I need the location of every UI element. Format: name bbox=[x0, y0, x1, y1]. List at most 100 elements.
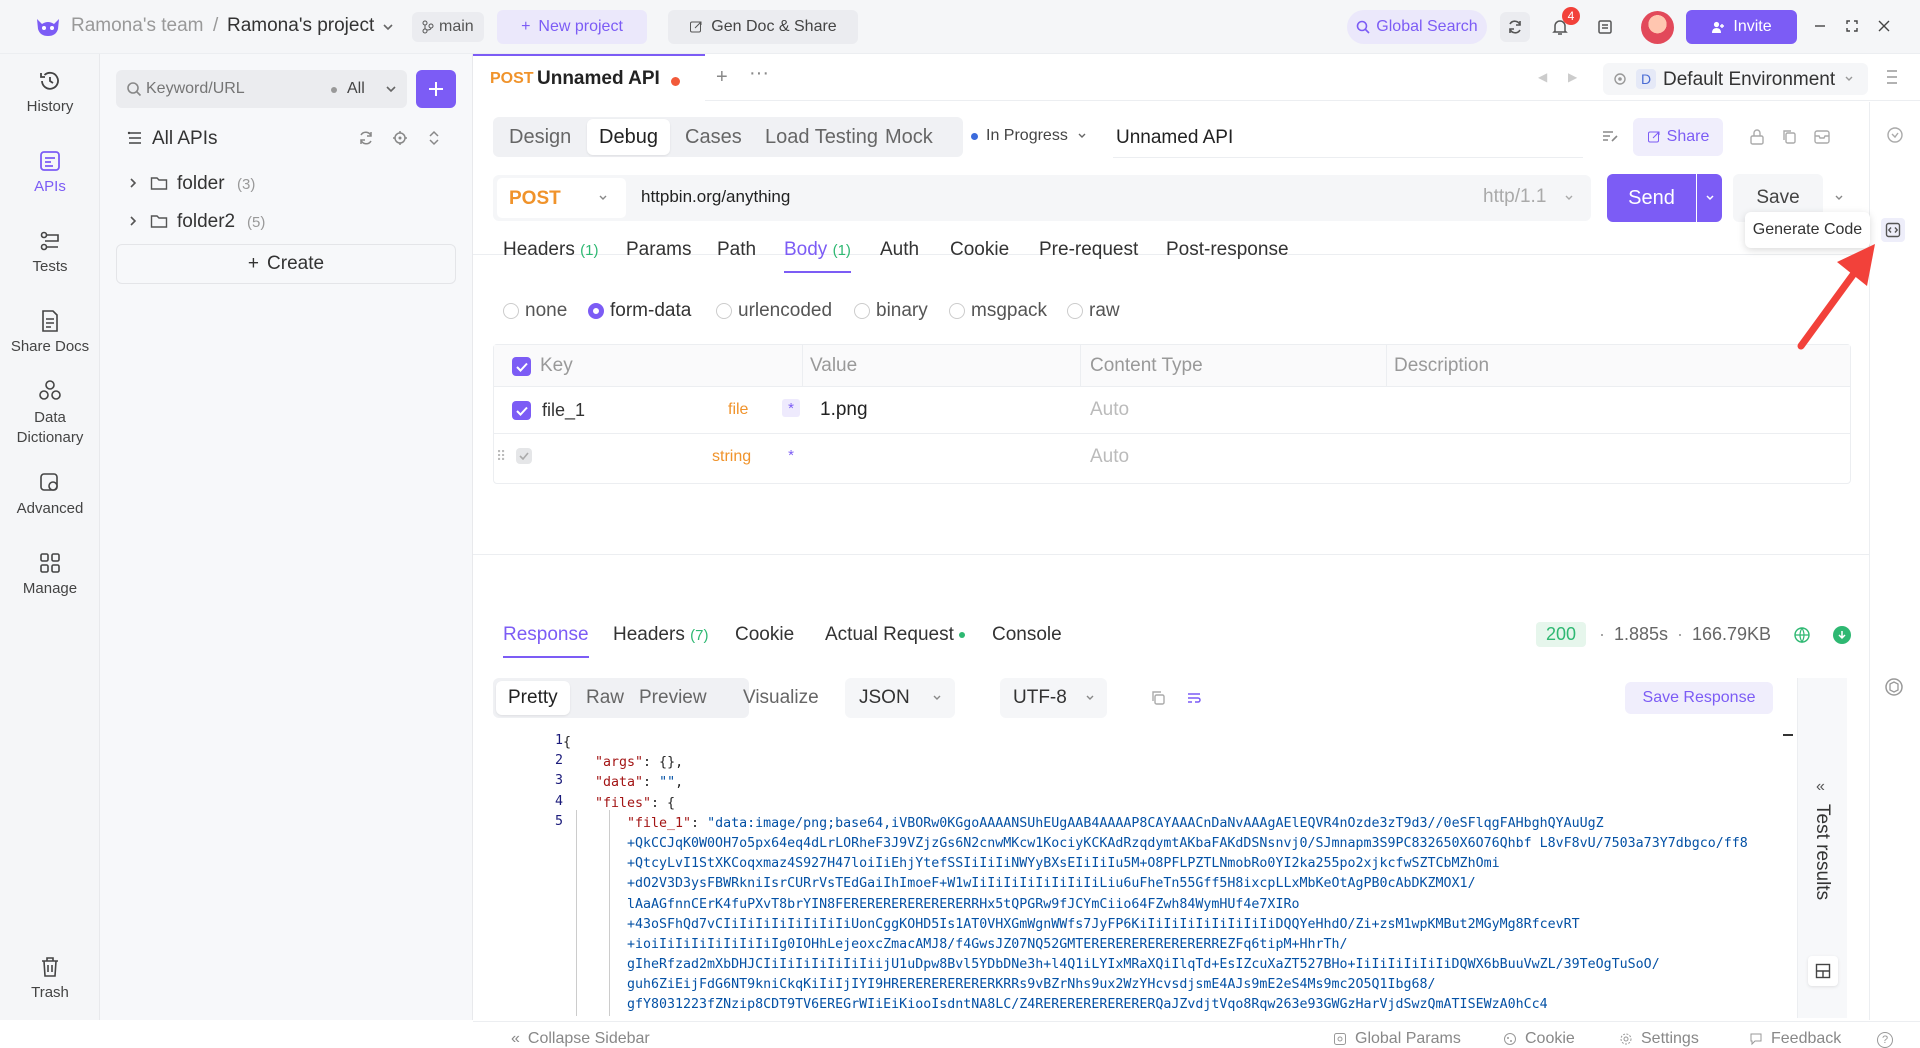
close-icon[interactable] bbox=[1874, 16, 1894, 36]
settings-button[interactable]: Settings bbox=[1619, 1030, 1699, 1048]
body-type-none[interactable]: none bbox=[503, 300, 567, 322]
nav-tests[interactable]: Tests bbox=[0, 228, 100, 275]
param-content-type[interactable]: Auto bbox=[1090, 399, 1129, 421]
format-select[interactable]: JSON bbox=[845, 678, 955, 718]
copy-icon[interactable] bbox=[1150, 690, 1166, 706]
environment-selector[interactable]: D Default Environment bbox=[1603, 63, 1868, 95]
param-type-select[interactable]: string bbox=[712, 448, 751, 466]
more-tabs-icon[interactable]: ··· bbox=[749, 62, 769, 85]
mode-design[interactable]: Design bbox=[497, 119, 583, 155]
view-raw[interactable]: Raw bbox=[574, 681, 636, 715]
response-tab-actual-request[interactable]: Actual Request bbox=[825, 624, 966, 646]
encoding-select[interactable]: UTF-8 bbox=[1000, 678, 1107, 718]
openai-icon[interactable] bbox=[1883, 676, 1905, 698]
expand-collapse-icon[interactable] bbox=[426, 130, 442, 146]
param-type-select[interactable]: file bbox=[728, 401, 748, 419]
search-input[interactable] bbox=[146, 76, 296, 102]
nav-manage[interactable]: Manage bbox=[0, 550, 100, 597]
nav-apis[interactable]: APIs bbox=[0, 148, 100, 195]
lock-icon[interactable] bbox=[1749, 128, 1765, 146]
generate-code-icon[interactable] bbox=[1881, 218, 1905, 242]
method-select[interactable]: POST bbox=[497, 178, 626, 218]
tab-next-icon[interactable]: ▶ bbox=[1568, 70, 1577, 84]
refresh-icon[interactable] bbox=[358, 130, 374, 146]
body-type-urlencoded[interactable]: urlencoded bbox=[716, 300, 832, 322]
param-content-type[interactable]: Auto bbox=[1090, 446, 1129, 468]
maximize-icon[interactable] bbox=[1842, 16, 1862, 36]
filter-select[interactable]: All bbox=[347, 80, 365, 98]
tab-params[interactable]: Params bbox=[626, 239, 691, 261]
tab-path[interactable]: Path bbox=[717, 239, 756, 261]
team-name[interactable]: Ramona's team bbox=[71, 15, 203, 37]
required-toggle[interactable]: * bbox=[782, 446, 800, 464]
nav-share-docs[interactable]: Share Docs bbox=[0, 308, 100, 355]
share-button[interactable]: Share bbox=[1633, 118, 1723, 156]
send-options-button[interactable] bbox=[1697, 174, 1722, 222]
body-type-msgpack[interactable]: msgpack bbox=[949, 300, 1047, 322]
layout-icon[interactable] bbox=[1808, 956, 1838, 986]
project-name[interactable]: Ramona's project bbox=[227, 15, 374, 37]
view-pretty[interactable]: Pretty bbox=[496, 681, 570, 715]
tab-auth[interactable]: Auth bbox=[880, 239, 919, 261]
cookie-button[interactable]: Cookie bbox=[1503, 1030, 1575, 1048]
minimize-icon[interactable] bbox=[1810, 16, 1830, 36]
global-params-button[interactable]: Global Params bbox=[1333, 1030, 1461, 1048]
env-manage-icon[interactable] bbox=[1885, 68, 1899, 86]
body-type-form-data[interactable]: form-data bbox=[588, 300, 691, 322]
tab-post-response[interactable]: Post-response bbox=[1166, 239, 1289, 261]
tab-body[interactable]: Body (1) bbox=[784, 239, 851, 273]
select-all-checkbox[interactable] bbox=[512, 357, 531, 376]
nav-history[interactable]: History bbox=[0, 68, 100, 115]
drag-handle-icon[interactable]: ⠿ bbox=[496, 448, 506, 465]
avatar[interactable] bbox=[1641, 11, 1674, 44]
create-button[interactable]: + Create bbox=[116, 244, 456, 284]
globe-icon[interactable] bbox=[1793, 626, 1811, 644]
body-type-raw[interactable]: raw bbox=[1067, 300, 1120, 322]
archive-icon[interactable] bbox=[1813, 128, 1831, 146]
notes-icon[interactable] bbox=[1590, 12, 1620, 42]
mode-load-testing[interactable]: Load Testing bbox=[753, 119, 890, 155]
all-apis-label[interactable]: All APIs bbox=[152, 128, 217, 150]
wrap-lines-icon[interactable] bbox=[1186, 690, 1202, 706]
tree-folder-row[interactable]: folder (3) bbox=[100, 166, 473, 202]
row-enabled-checkbox[interactable] bbox=[512, 401, 531, 420]
feedback-button[interactable]: Feedback bbox=[1749, 1030, 1841, 1048]
request-tab-active[interactable]: POST Unnamed API bbox=[473, 54, 705, 101]
send-button[interactable]: Send bbox=[1607, 174, 1696, 222]
response-tab-console[interactable]: Console bbox=[992, 624, 1062, 646]
status-selector[interactable]: In Progress bbox=[971, 127, 1088, 145]
view-visualize[interactable]: Visualize bbox=[737, 681, 825, 715]
collapse-sidebar-button[interactable]: «Collapse Sidebar bbox=[511, 1030, 650, 1048]
row-enabled-checkbox[interactable] bbox=[516, 448, 532, 464]
locate-icon[interactable] bbox=[392, 130, 408, 146]
param-key[interactable]: file_1 bbox=[542, 400, 585, 421]
new-tab-plus-icon[interactable]: + bbox=[716, 66, 728, 89]
double-chevron-left-icon[interactable]: « bbox=[1816, 778, 1825, 796]
chevron-right-icon[interactable] bbox=[126, 214, 140, 228]
tab-pre-request[interactable]: Pre-request bbox=[1039, 239, 1138, 261]
gen-doc-share-button[interactable]: Gen Doc & Share bbox=[668, 10, 858, 44]
test-results-panel[interactable]: « Test results bbox=[1797, 678, 1847, 1018]
protocol-select[interactable]: http/1.1 bbox=[1483, 186, 1546, 208]
tab-cookie[interactable]: Cookie bbox=[950, 239, 1009, 261]
add-api-button[interactable] bbox=[416, 70, 456, 108]
new-project-button[interactable]: + New project bbox=[497, 10, 647, 44]
edit-description-icon[interactable] bbox=[1601, 128, 1619, 144]
body-type-binary[interactable]: binary bbox=[854, 300, 928, 322]
save-options-icon[interactable] bbox=[1833, 192, 1845, 204]
response-code-viewer[interactable]: 1 2 3 4 5 {"args": {}, "data": "", "files": {"… bbox=[493, 730, 1803, 1016]
required-toggle[interactable]: * bbox=[782, 399, 800, 417]
nav-data-dictionary[interactable]: Data Dictionary bbox=[0, 378, 100, 448]
branch-selector[interactable]: main bbox=[412, 12, 484, 42]
nav-trash[interactable]: Trash bbox=[0, 954, 100, 1001]
global-search-button[interactable]: Global Search bbox=[1347, 10, 1487, 44]
ai-assist-icon[interactable] bbox=[1886, 126, 1904, 144]
api-name-input[interactable]: Unnamed API bbox=[1116, 127, 1233, 149]
tab-headers[interactable]: Headers (1) bbox=[503, 239, 598, 261]
mode-debug[interactable]: Debug bbox=[587, 119, 670, 155]
save-response-button[interactable]: Save Response bbox=[1625, 682, 1773, 714]
download-icon[interactable] bbox=[1833, 626, 1851, 644]
mode-cases[interactable]: Cases bbox=[673, 119, 754, 155]
invite-button[interactable]: Invite bbox=[1686, 10, 1797, 44]
url-input[interactable]: httpbin.org/anything bbox=[641, 187, 790, 207]
